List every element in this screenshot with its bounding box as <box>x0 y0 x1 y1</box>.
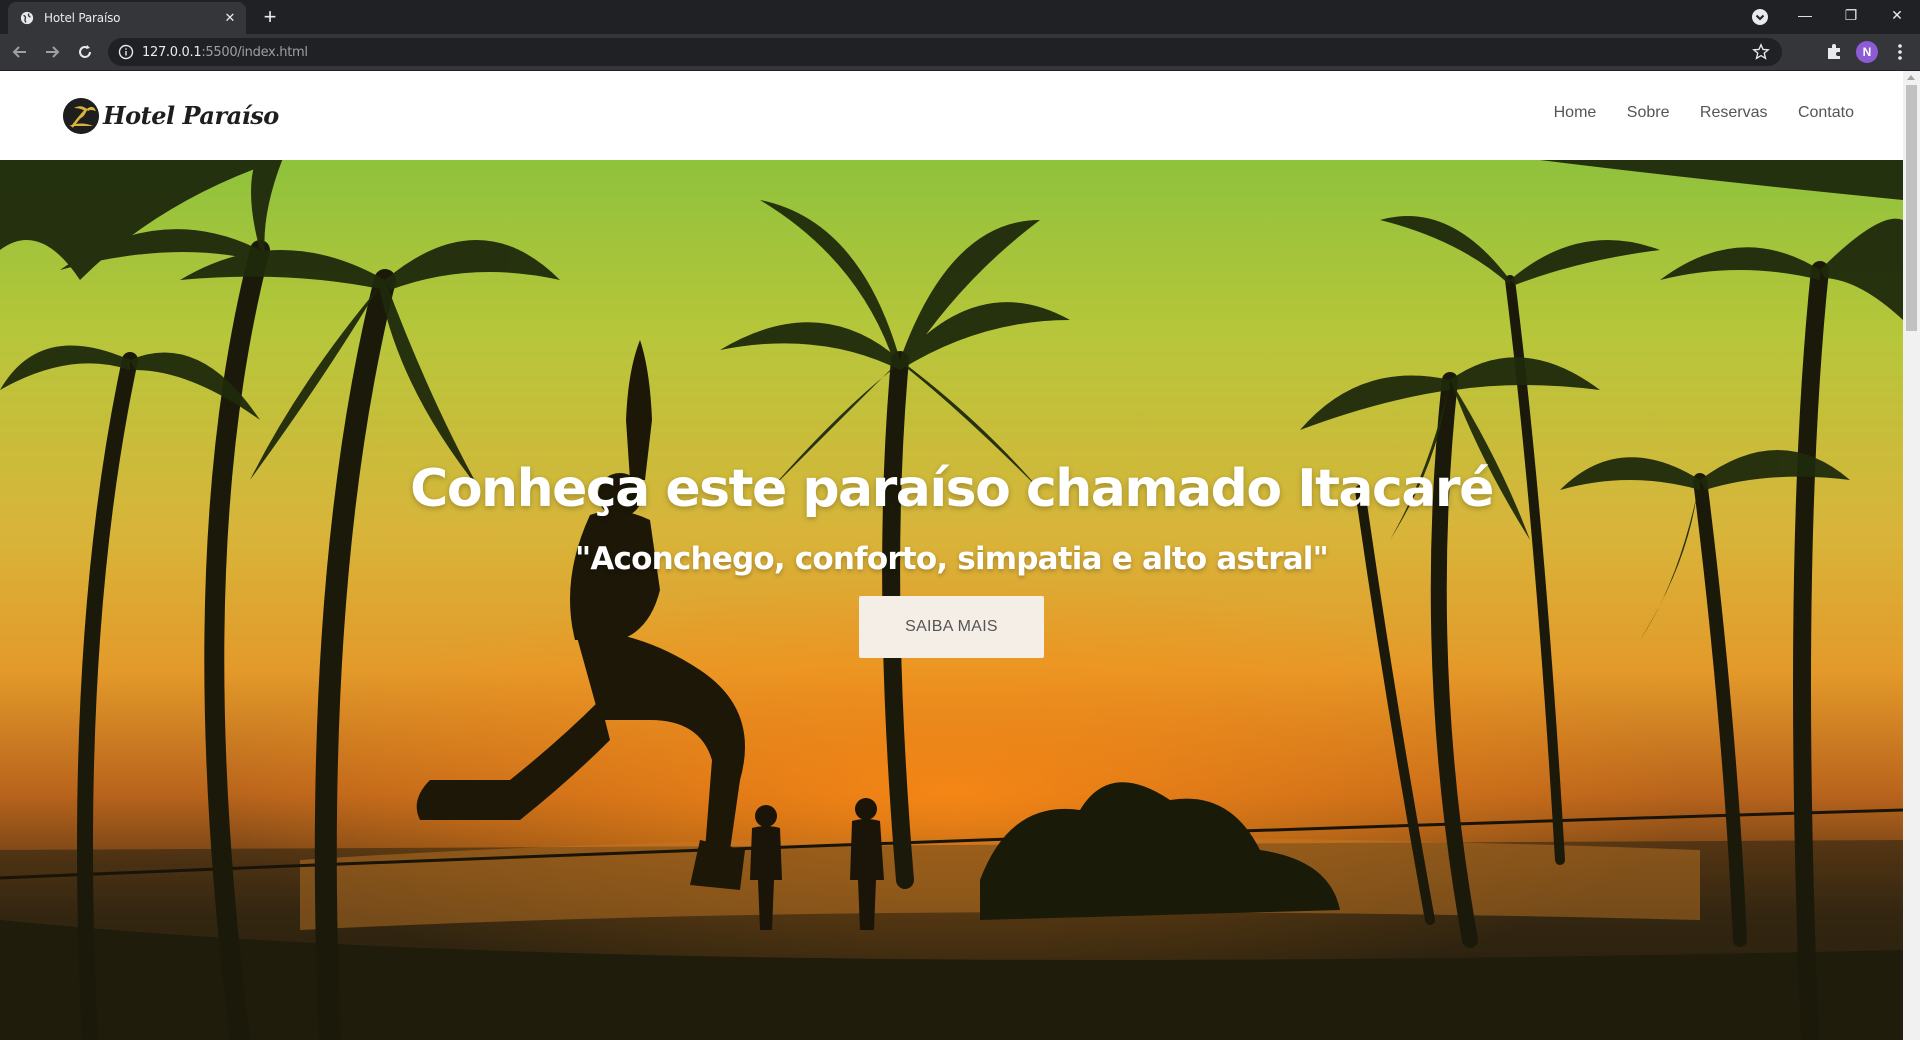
tab-title: Hotel Paraíso <box>44 11 121 25</box>
page-scrollbar[interactable] <box>1903 71 1920 1040</box>
nav-home[interactable]: Home <box>1554 104 1597 122</box>
new-tab-icon[interactable]: + <box>258 6 282 30</box>
page-viewport: Hotel Paraíso Home Sobre Reservas Contat… <box>0 71 1920 1040</box>
close-window-icon[interactable]: ✕ <box>1874 0 1920 30</box>
info-icon[interactable] <box>118 44 134 60</box>
globe-icon <box>20 11 34 25</box>
minimize-icon[interactable]: — <box>1782 0 1828 30</box>
url-path: :5500/index.html <box>201 45 308 60</box>
browser-tab[interactable]: Hotel Paraíso ✕ <box>8 2 246 34</box>
reload-icon[interactable] <box>75 42 95 62</box>
tab-search-icon[interactable] <box>1750 7 1770 27</box>
scrollbar-thumb[interactable] <box>1906 85 1917 331</box>
url-host: 127.0.0.1 <box>142 45 202 60</box>
hero-content: Conheça este paraíso chamado Itacaré "Ac… <box>0 160 1903 1040</box>
saiba-mais-button[interactable]: SAIBA MAIS <box>859 596 1044 658</box>
address-toolbar: 127.0.0.1:5500/index.html N <box>0 34 1920 71</box>
main-nav: Home Sobre Reservas Contato <box>1528 104 1854 122</box>
hero-section: Conheça este paraíso chamado Itacaré "Ac… <box>0 160 1903 1040</box>
close-tab-icon[interactable]: ✕ <box>222 10 238 26</box>
forward-icon[interactable] <box>42 42 62 62</box>
restore-icon[interactable]: ❐ <box>1828 0 1874 30</box>
hero-subtitle: "Aconchego, conforto, simpatia e alto as… <box>574 541 1329 577</box>
profile-avatar[interactable]: N <box>1856 41 1878 63</box>
url-text[interactable]: 127.0.0.1:5500/index.html <box>142 45 308 60</box>
browser-tab-strip: Hotel Paraíso ✕ + — ❐ ✕ <box>0 0 1920 34</box>
address-bar[interactable]: 127.0.0.1:5500/index.html <box>108 38 1782 66</box>
bookmark-star-icon[interactable] <box>1752 43 1770 61</box>
browser-menu-icon[interactable] <box>1890 42 1910 62</box>
hero-title: Conheça este paraíso chamado Itacaré <box>410 459 1494 519</box>
nav-sobre[interactable]: Sobre <box>1627 104 1670 122</box>
extensions-puzzle-icon[interactable] <box>1824 42 1844 62</box>
back-icon[interactable] <box>10 42 30 62</box>
palm-tree-logo-icon <box>63 98 99 134</box>
scroll-up-arrow-icon[interactable] <box>1907 75 1915 80</box>
nav-reservas[interactable]: Reservas <box>1700 104 1768 122</box>
nav-contato[interactable]: Contato <box>1798 104 1854 122</box>
logo-text: Hotel Paraíso <box>103 101 279 130</box>
site-header: Hotel Paraíso Home Sobre Reservas Contat… <box>0 71 1903 160</box>
